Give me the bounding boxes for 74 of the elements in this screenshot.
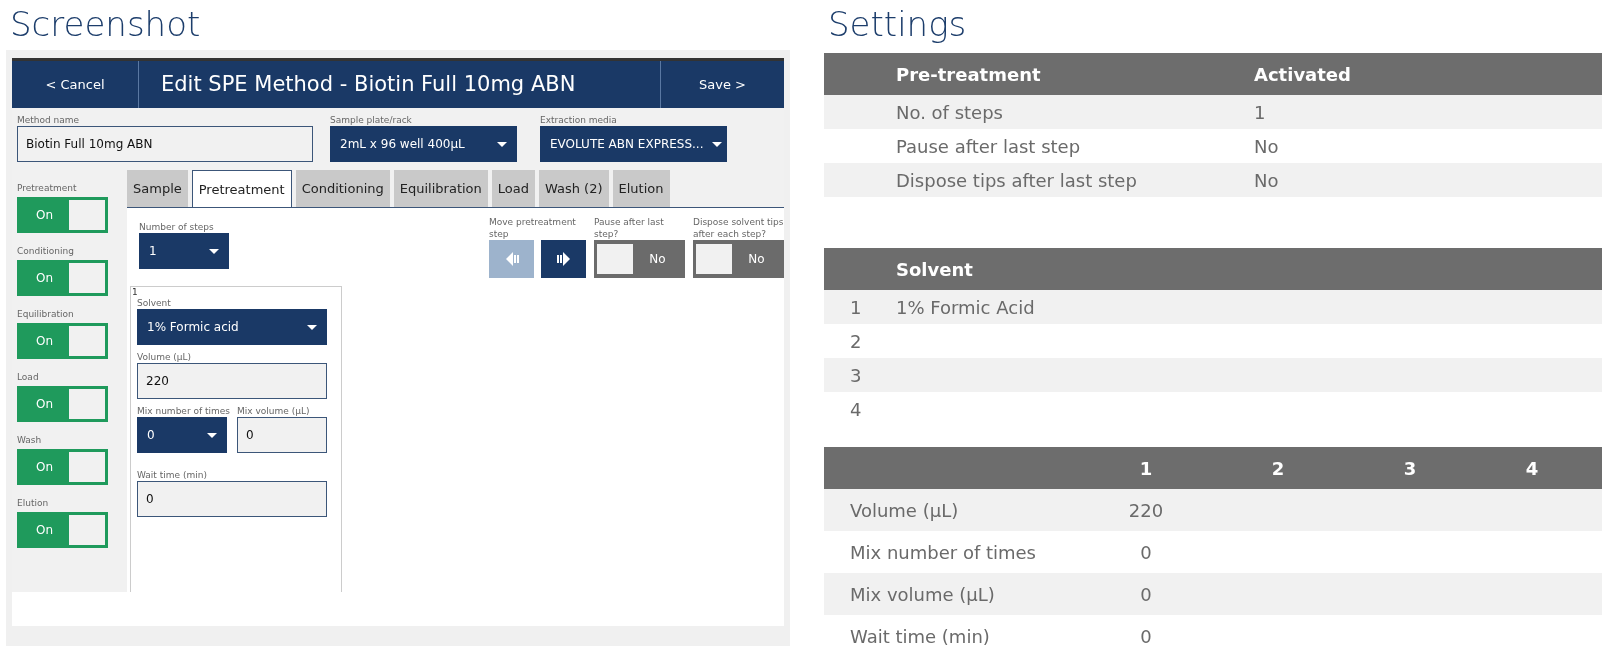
dropdown[interactable]: 0 (137, 417, 227, 453)
column-header: 4 (1462, 447, 1602, 489)
field-label: Sample plate/rack (330, 114, 413, 126)
row-number: 2 (824, 324, 896, 358)
row-number: 1 (824, 290, 896, 324)
step-index: 1 (132, 288, 139, 297)
toggle-switch[interactable]: No (594, 240, 685, 278)
dropdown[interactable]: 1% Formic acid (137, 309, 327, 345)
section-heading: Screenshot (9, 3, 202, 46)
table-cell: 0 (1094, 573, 1198, 615)
table-cell: No (1254, 163, 1602, 197)
field-label: Wait time (min) (137, 469, 208, 481)
dropdown[interactable]: EVOLUTE ABN EXPRESS... (540, 126, 727, 162)
column-header: 1 (1094, 447, 1198, 489)
table-cell: Dispose tips after last step (896, 163, 1254, 197)
field-label: Dispose solvent tips after each step? (693, 216, 784, 240)
tab[interactable]: Pretreatment (191, 170, 292, 208)
input-field[interactable]: Biotin Full 10mg ABN (17, 126, 313, 162)
column-header: Activated (1254, 53, 1602, 95)
field-label: Mix volume (µL) (237, 405, 311, 417)
row-number: 3 (824, 358, 896, 392)
caret-icon (307, 324, 317, 330)
row-label: Mix volume (µL) (824, 573, 1094, 615)
cancel-button[interactable]: < Cancel (12, 61, 139, 108)
caret-icon (497, 141, 507, 147)
toggle-label: Elution (17, 497, 50, 509)
field-label: Method name (17, 114, 81, 126)
move-button[interactable] (541, 240, 586, 278)
toggle-switch[interactable]: On (17, 386, 108, 422)
toggle-label: Wash (17, 434, 43, 446)
field-label: Extraction media (540, 114, 618, 126)
toggle-label: Equilibration (17, 308, 75, 320)
toggle-switch[interactable]: On (17, 512, 108, 548)
column-header: Solvent (896, 248, 1602, 290)
dropdown[interactable]: 1 (139, 233, 229, 269)
table-cell: 1 (1254, 95, 1602, 129)
row-number: 4 (824, 392, 896, 426)
field-label: Pause after last step? (594, 216, 665, 240)
table-cell: 0 (1094, 615, 1198, 657)
table-cell: 0 (1094, 531, 1198, 573)
input-field[interactable]: 0 (237, 417, 327, 453)
toggle-label: Pretreatment (17, 182, 78, 194)
caret-icon (209, 248, 219, 254)
table-cell: No (1254, 129, 1602, 163)
toggle-label: Conditioning (17, 245, 75, 257)
field-label: Volume (µL) (137, 351, 193, 363)
caret-icon (711, 141, 722, 147)
column-header: Pre-treatment (896, 53, 1254, 95)
toggle-switch[interactable]: On (17, 197, 108, 233)
dropdown[interactable]: 2mL x 96 well 400µL (330, 126, 517, 162)
column-header: 2 (1198, 447, 1358, 489)
input-field[interactable]: 220 (137, 363, 327, 399)
table-cell: No. of steps (896, 95, 1254, 129)
column-header: 3 (1358, 447, 1462, 489)
right-arrow-icon (555, 251, 572, 267)
caret-icon (207, 432, 217, 438)
table-cell: Pause after last step (896, 129, 1254, 163)
table-cell: 220 (1094, 489, 1198, 531)
toggle-switch[interactable]: On (17, 449, 108, 485)
row-label: Volume (µL) (824, 489, 1094, 531)
toggle-switch[interactable]: No (693, 240, 784, 278)
field-label: Solvent (137, 297, 172, 309)
input-field[interactable]: 0 (137, 481, 327, 517)
save-button[interactable]: Save > (660, 61, 784, 108)
row-label: Mix number of times (824, 531, 1094, 573)
field-label: Number of steps (139, 221, 215, 233)
table-cell: 1% Formic Acid (896, 290, 1602, 324)
toggle-switch[interactable]: On (17, 260, 108, 296)
toggle-label: Load (17, 371, 40, 383)
section-heading: Settings (827, 3, 968, 46)
row-label: Wait time (min) (824, 615, 1094, 657)
field-label: Move pretreatment step (489, 216, 577, 240)
toggle-switch[interactable]: On (17, 323, 108, 359)
window-title: Edit SPE Method - Biotin Full 10mg ABN (160, 71, 577, 98)
